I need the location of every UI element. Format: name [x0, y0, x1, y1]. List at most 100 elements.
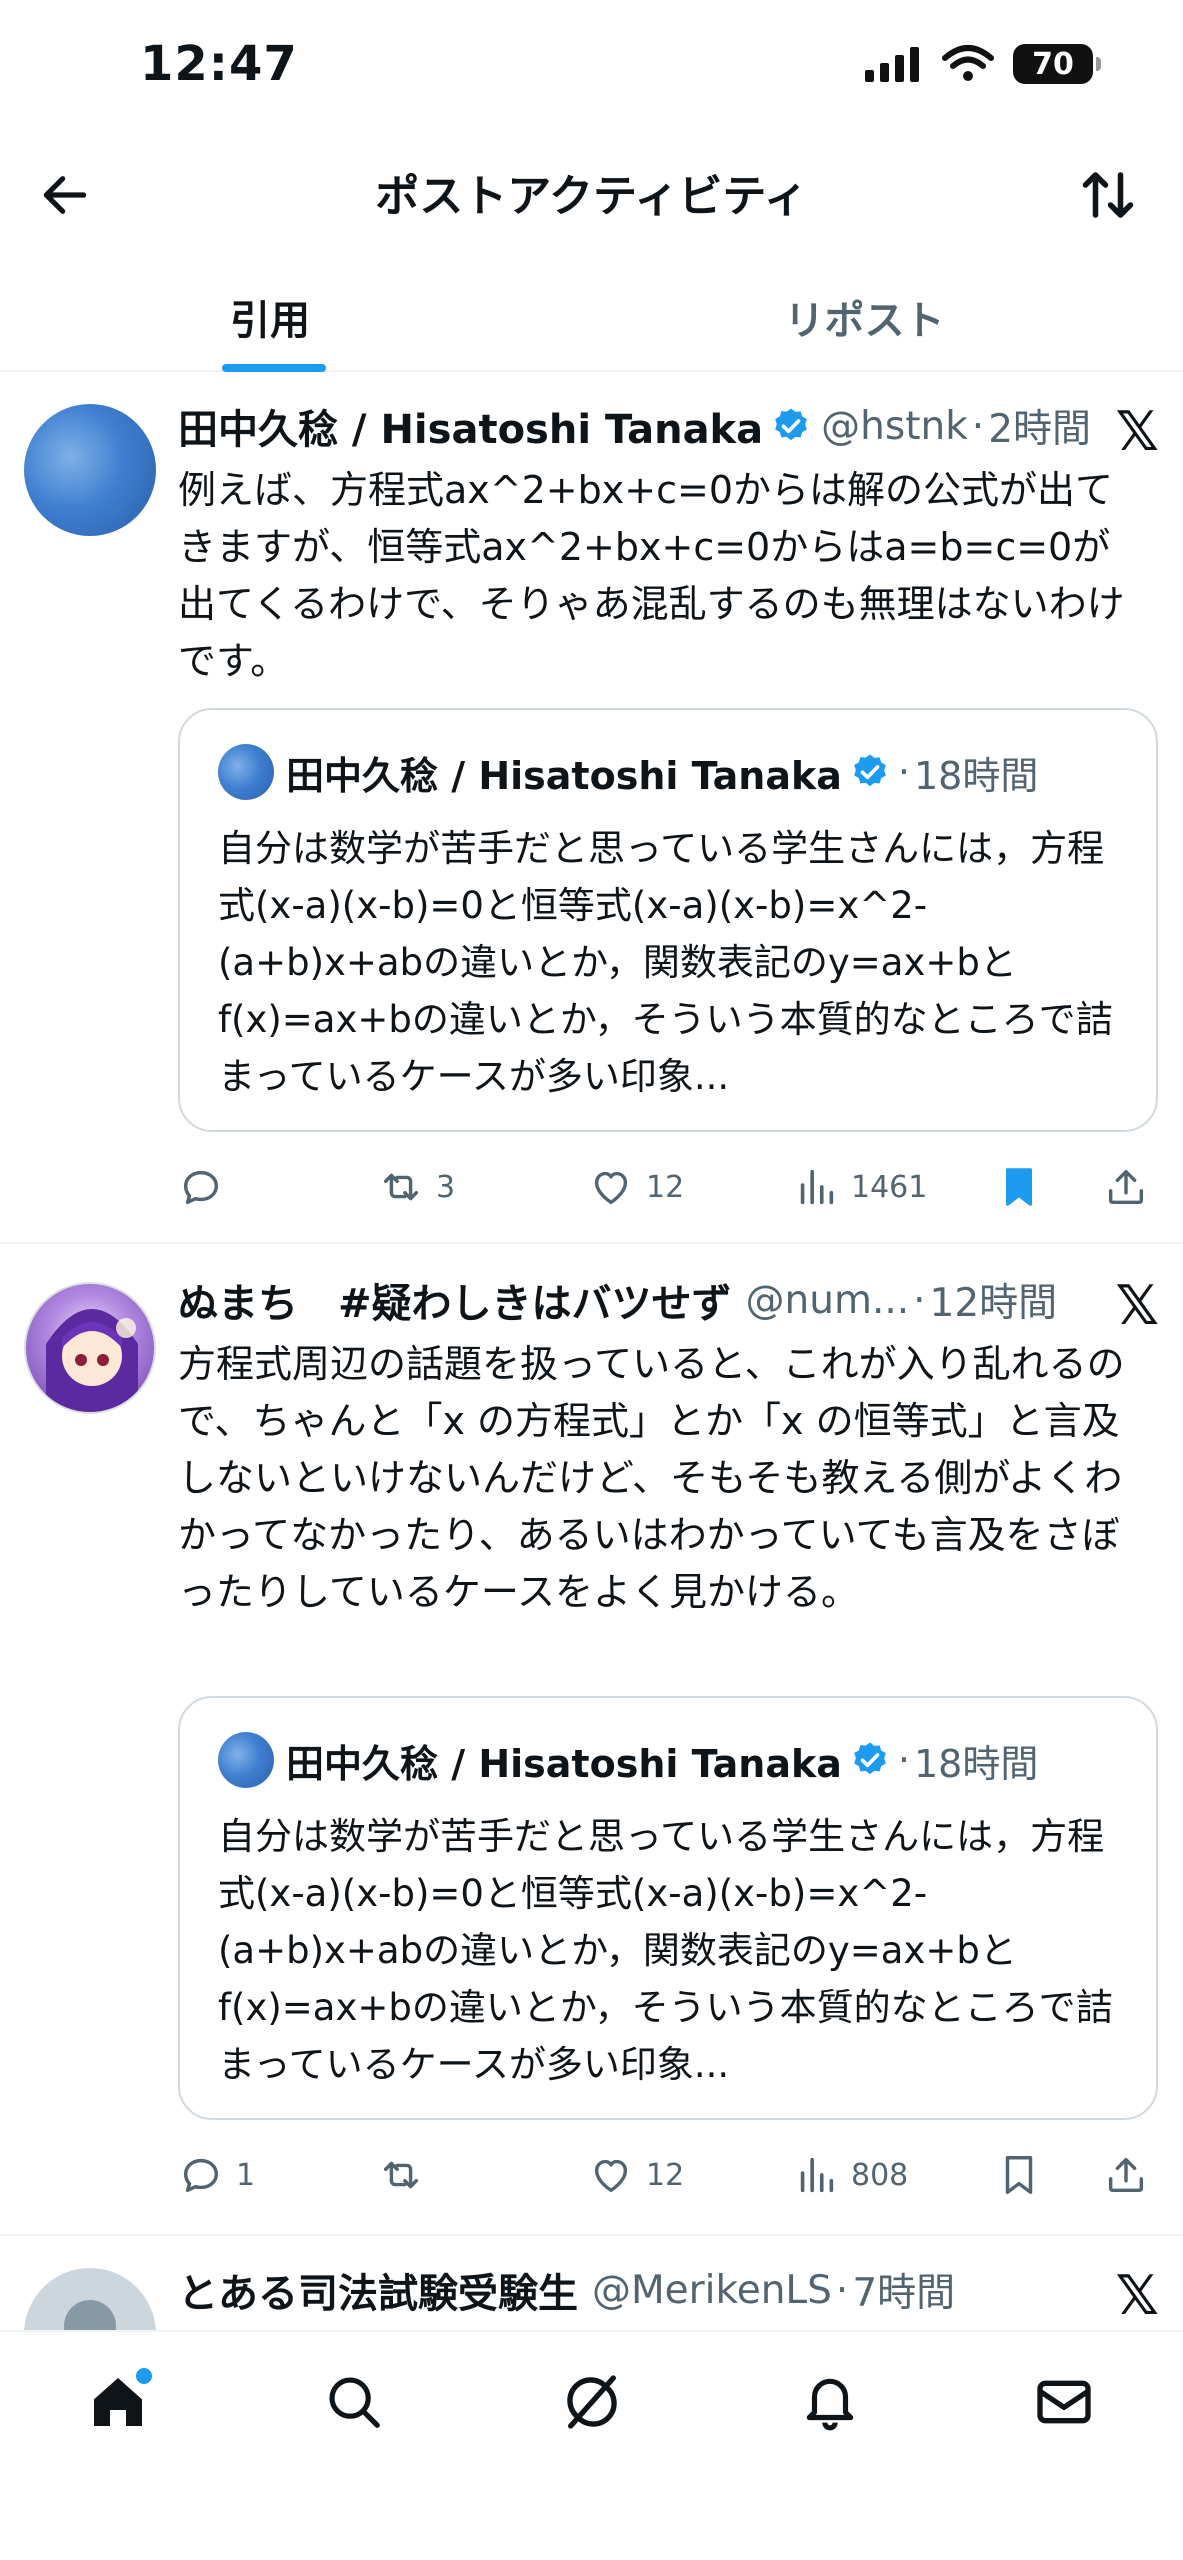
tab-bar: 引用 リポスト	[0, 260, 1183, 372]
tab-label: リポスト	[784, 298, 945, 344]
bell-icon	[806, 2378, 854, 2431]
repost-count: 3	[436, 1169, 456, 1205]
sort-icon	[1082, 172, 1134, 218]
quote-avatar	[218, 744, 274, 800]
post-header: とある司法試験受験生 @MerikenLS · 7時間 𝕏	[178, 2261, 1159, 2327]
avatar[interactable]	[24, 1282, 156, 1414]
x-logo-icon: 𝕏	[1115, 1274, 1159, 1337]
author-handle: @hstnk	[821, 403, 968, 449]
heart-icon	[594, 1171, 628, 1205]
author-name[interactable]: 田中久稔 / Hisatoshi Tanaka	[178, 397, 763, 455]
reply-button[interactable]	[178, 1164, 236, 1210]
like-button[interactable]: 12	[588, 2152, 684, 2198]
views-button[interactable]: 808	[793, 2152, 908, 2198]
separator-dot: ·	[835, 2267, 849, 2313]
post[interactable]: ぬまち #疑わしきはバツせず @num... · 12時間 𝕏 方程式周辺の話題…	[0, 1246, 1183, 2236]
separator-dot: ·	[971, 403, 985, 449]
quote-time: 18時間	[914, 753, 1039, 798]
wifi-icon	[942, 45, 994, 81]
mail-icon	[1037, 2380, 1091, 2424]
post[interactable]: 田中久稔 / Hisatoshi Tanaka @hstnk · 2時間 𝕏 例…	[0, 374, 1183, 1244]
like-button[interactable]: 12	[588, 1164, 684, 1210]
separator-dot: ·	[897, 750, 910, 794]
views-count: 1461	[851, 1169, 928, 1205]
repost-icon	[383, 1173, 419, 1201]
share-button[interactable]	[1103, 2152, 1149, 2198]
x-logo-icon: 𝕏	[1115, 400, 1159, 463]
bottom-tab-bar	[0, 2330, 1183, 2560]
author-handle: @num...	[745, 1277, 910, 1323]
post-time: 7時間	[852, 2271, 956, 2316]
quote-author-name: 田中久稔 / Hisatoshi Tanaka	[286, 1741, 842, 1786]
views-icon	[800, 1169, 834, 1205]
quoted-post[interactable]: 田中久稔 / Hisatoshi Tanaka · 18時間 自分は数学が苦手だ…	[178, 1696, 1158, 2120]
like-count: 12	[646, 2157, 685, 2193]
verified-badge-icon	[854, 754, 886, 787]
sort-button[interactable]	[1073, 160, 1143, 230]
tab-active-indicator	[222, 364, 326, 372]
quote-avatar	[218, 1732, 274, 1788]
reply-count: 1	[236, 2157, 256, 2193]
bookmark-button[interactable]	[996, 1164, 1042, 1210]
header: ポストアクティビティ	[0, 140, 1183, 240]
notification-dot	[136, 2368, 152, 2384]
verified-badge-icon	[854, 1742, 886, 1775]
share-icon	[1108, 1169, 1144, 1205]
reply-icon	[183, 2158, 219, 2193]
post-header: 田中久稔 / Hisatoshi Tanaka @hstnk · 2時間 𝕏	[178, 397, 1159, 463]
post-text: 例えば、方程式ax^2+bx+c=0からは解の公式が出てきますが、恒等式ax^2…	[178, 468, 1125, 683]
avatar[interactable]	[24, 2268, 156, 2330]
like-count: 12	[646, 1169, 685, 1205]
status-bar: 12:47 70	[0, 0, 1183, 140]
page-title: ポストアクティビティ	[375, 171, 808, 222]
status-icons: 70	[863, 44, 1101, 84]
grok-icon	[567, 2375, 617, 2429]
quote-time: 18時間	[914, 1741, 1039, 1786]
status-time: 12:47	[140, 36, 298, 92]
separator-dot: ·	[913, 1277, 926, 1323]
search-icon	[329, 2377, 380, 2428]
quote-author-name: 田中久稔 / Hisatoshi Tanaka	[286, 753, 842, 798]
avatar[interactable]	[24, 404, 156, 536]
bookmark-icon	[1005, 1168, 1033, 1206]
author-handle: @MerikenLS	[592, 2267, 832, 2313]
x-logo-icon: 𝕏	[1115, 2264, 1159, 2327]
reply-button[interactable]: 1	[178, 2152, 255, 2198]
quote-header: 田中久稔 / Hisatoshi Tanaka · 18時間	[218, 1732, 1038, 1788]
tab-label: 引用	[230, 298, 310, 344]
battery-indicator: 70	[1013, 44, 1101, 84]
default-avatar-icon	[64, 2300, 116, 2330]
nav-messages[interactable]	[1024, 2362, 1104, 2442]
quote-text: 自分は数学が苦手だと思っている学生さんには，方程式(x-a)(x-b)=0と恒等…	[218, 1815, 1113, 2086]
author-name[interactable]: とある司法試験受験生	[178, 2261, 578, 2319]
quote-header: 田中久稔 / Hisatoshi Tanaka · 18時間	[218, 744, 1038, 800]
reply-icon	[183, 1170, 219, 1205]
quoted-post[interactable]: 田中久稔 / Hisatoshi Tanaka · 18時間 自分は数学が苦手だ…	[178, 708, 1158, 1132]
bookmark-button[interactable]	[996, 2152, 1042, 2198]
views-button[interactable]: 1461	[793, 1164, 927, 1210]
repost-button[interactable]: 3	[378, 1164, 455, 1210]
post-text: 方程式周辺の話題を扱っていると、これが入り乱れるので、ちゃんと「x の方程式」と…	[178, 1342, 1125, 1614]
nav-notifications[interactable]	[790, 2362, 870, 2442]
tab-reposts[interactable]: リポスト	[592, 260, 1183, 370]
nav-search[interactable]	[314, 2362, 394, 2442]
heart-icon	[594, 2159, 628, 2193]
signal-icon	[865, 47, 919, 82]
share-button[interactable]	[1103, 1164, 1149, 1210]
post[interactable]: とある司法試験受験生 @MerikenLS · 7時間 𝕏	[0, 2238, 1183, 2330]
anime-avatar-illustration	[46, 1309, 138, 1412]
repost-button[interactable]	[378, 2152, 436, 2198]
action-bar: 1 12 808	[178, 2152, 1158, 2212]
nav-grok[interactable]	[552, 2362, 632, 2442]
views-count: 808	[851, 2157, 909, 2193]
separator-dot: ·	[897, 1738, 910, 1782]
verified-badge-icon	[775, 408, 807, 441]
tab-quotes[interactable]: 引用	[0, 260, 592, 372]
post-time: 2時間	[988, 407, 1092, 452]
post-header: ぬまち #疑わしきはバツせず @num... · 12時間 𝕏	[178, 1271, 1159, 1337]
nav-home[interactable]	[78, 2362, 158, 2442]
quote-text: 自分は数学が苦手だと思っている学生さんには，方程式(x-a)(x-b)=0と恒等…	[218, 827, 1113, 1098]
author-name[interactable]: ぬまち #疑わしきはバツせず	[178, 1271, 732, 1329]
post-time: 12時間	[929, 1281, 1058, 1326]
views-icon	[800, 2157, 834, 2193]
